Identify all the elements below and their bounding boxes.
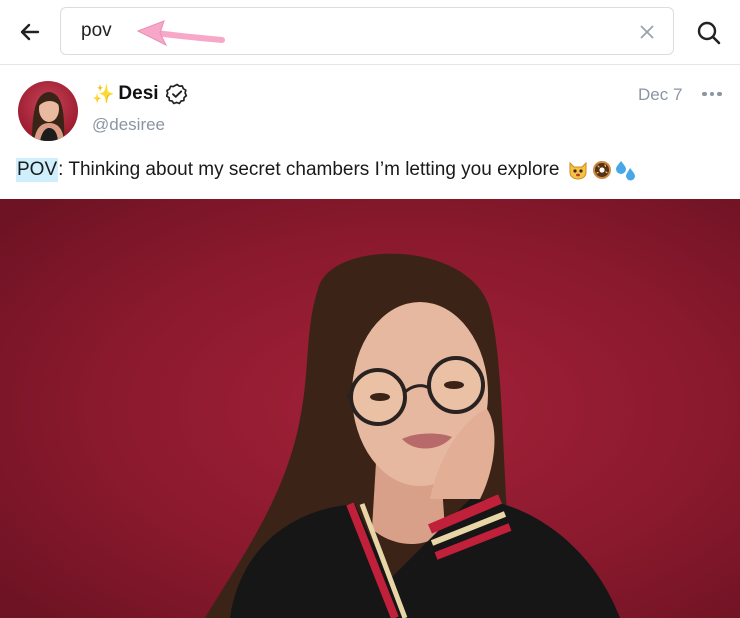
dot (717, 91, 722, 97)
back-button[interactable] (14, 16, 46, 48)
post-image[interactable] (0, 199, 740, 618)
dot (709, 91, 715, 97)
search-input[interactable] (81, 18, 601, 44)
arrow-left-icon (20, 23, 40, 41)
post-text-body: : Thinking about my secret chambers I’m … (58, 159, 560, 180)
verified-badge-icon (165, 83, 187, 105)
post-text: POV : Thinking about my secret chambers … (16, 158, 637, 182)
sweat-droplets-icon (616, 161, 636, 181)
author-username[interactable]: @desiree (92, 115, 165, 135)
post-date[interactable]: Dec 7 (638, 85, 682, 105)
clear-search-button[interactable] (637, 22, 657, 42)
avatar-photo (32, 92, 65, 141)
close-icon (640, 25, 654, 39)
search-header (0, 0, 740, 65)
sparkles-icon: ✨ (92, 84, 115, 104)
dot (702, 91, 707, 97)
search-button[interactable] (692, 16, 726, 50)
avatar[interactable] (18, 81, 78, 141)
cat-face-icon (569, 161, 587, 180)
post-photo (0, 199, 740, 618)
doughnut-icon (593, 161, 612, 179)
search-field[interactable] (60, 7, 674, 55)
author-display-name: Desi (118, 83, 159, 104)
search-icon (697, 21, 721, 45)
search-highlight: POV (16, 158, 59, 182)
more-options-button[interactable] (700, 84, 724, 104)
author-name-row[interactable]: ✨ Desi (92, 82, 188, 106)
